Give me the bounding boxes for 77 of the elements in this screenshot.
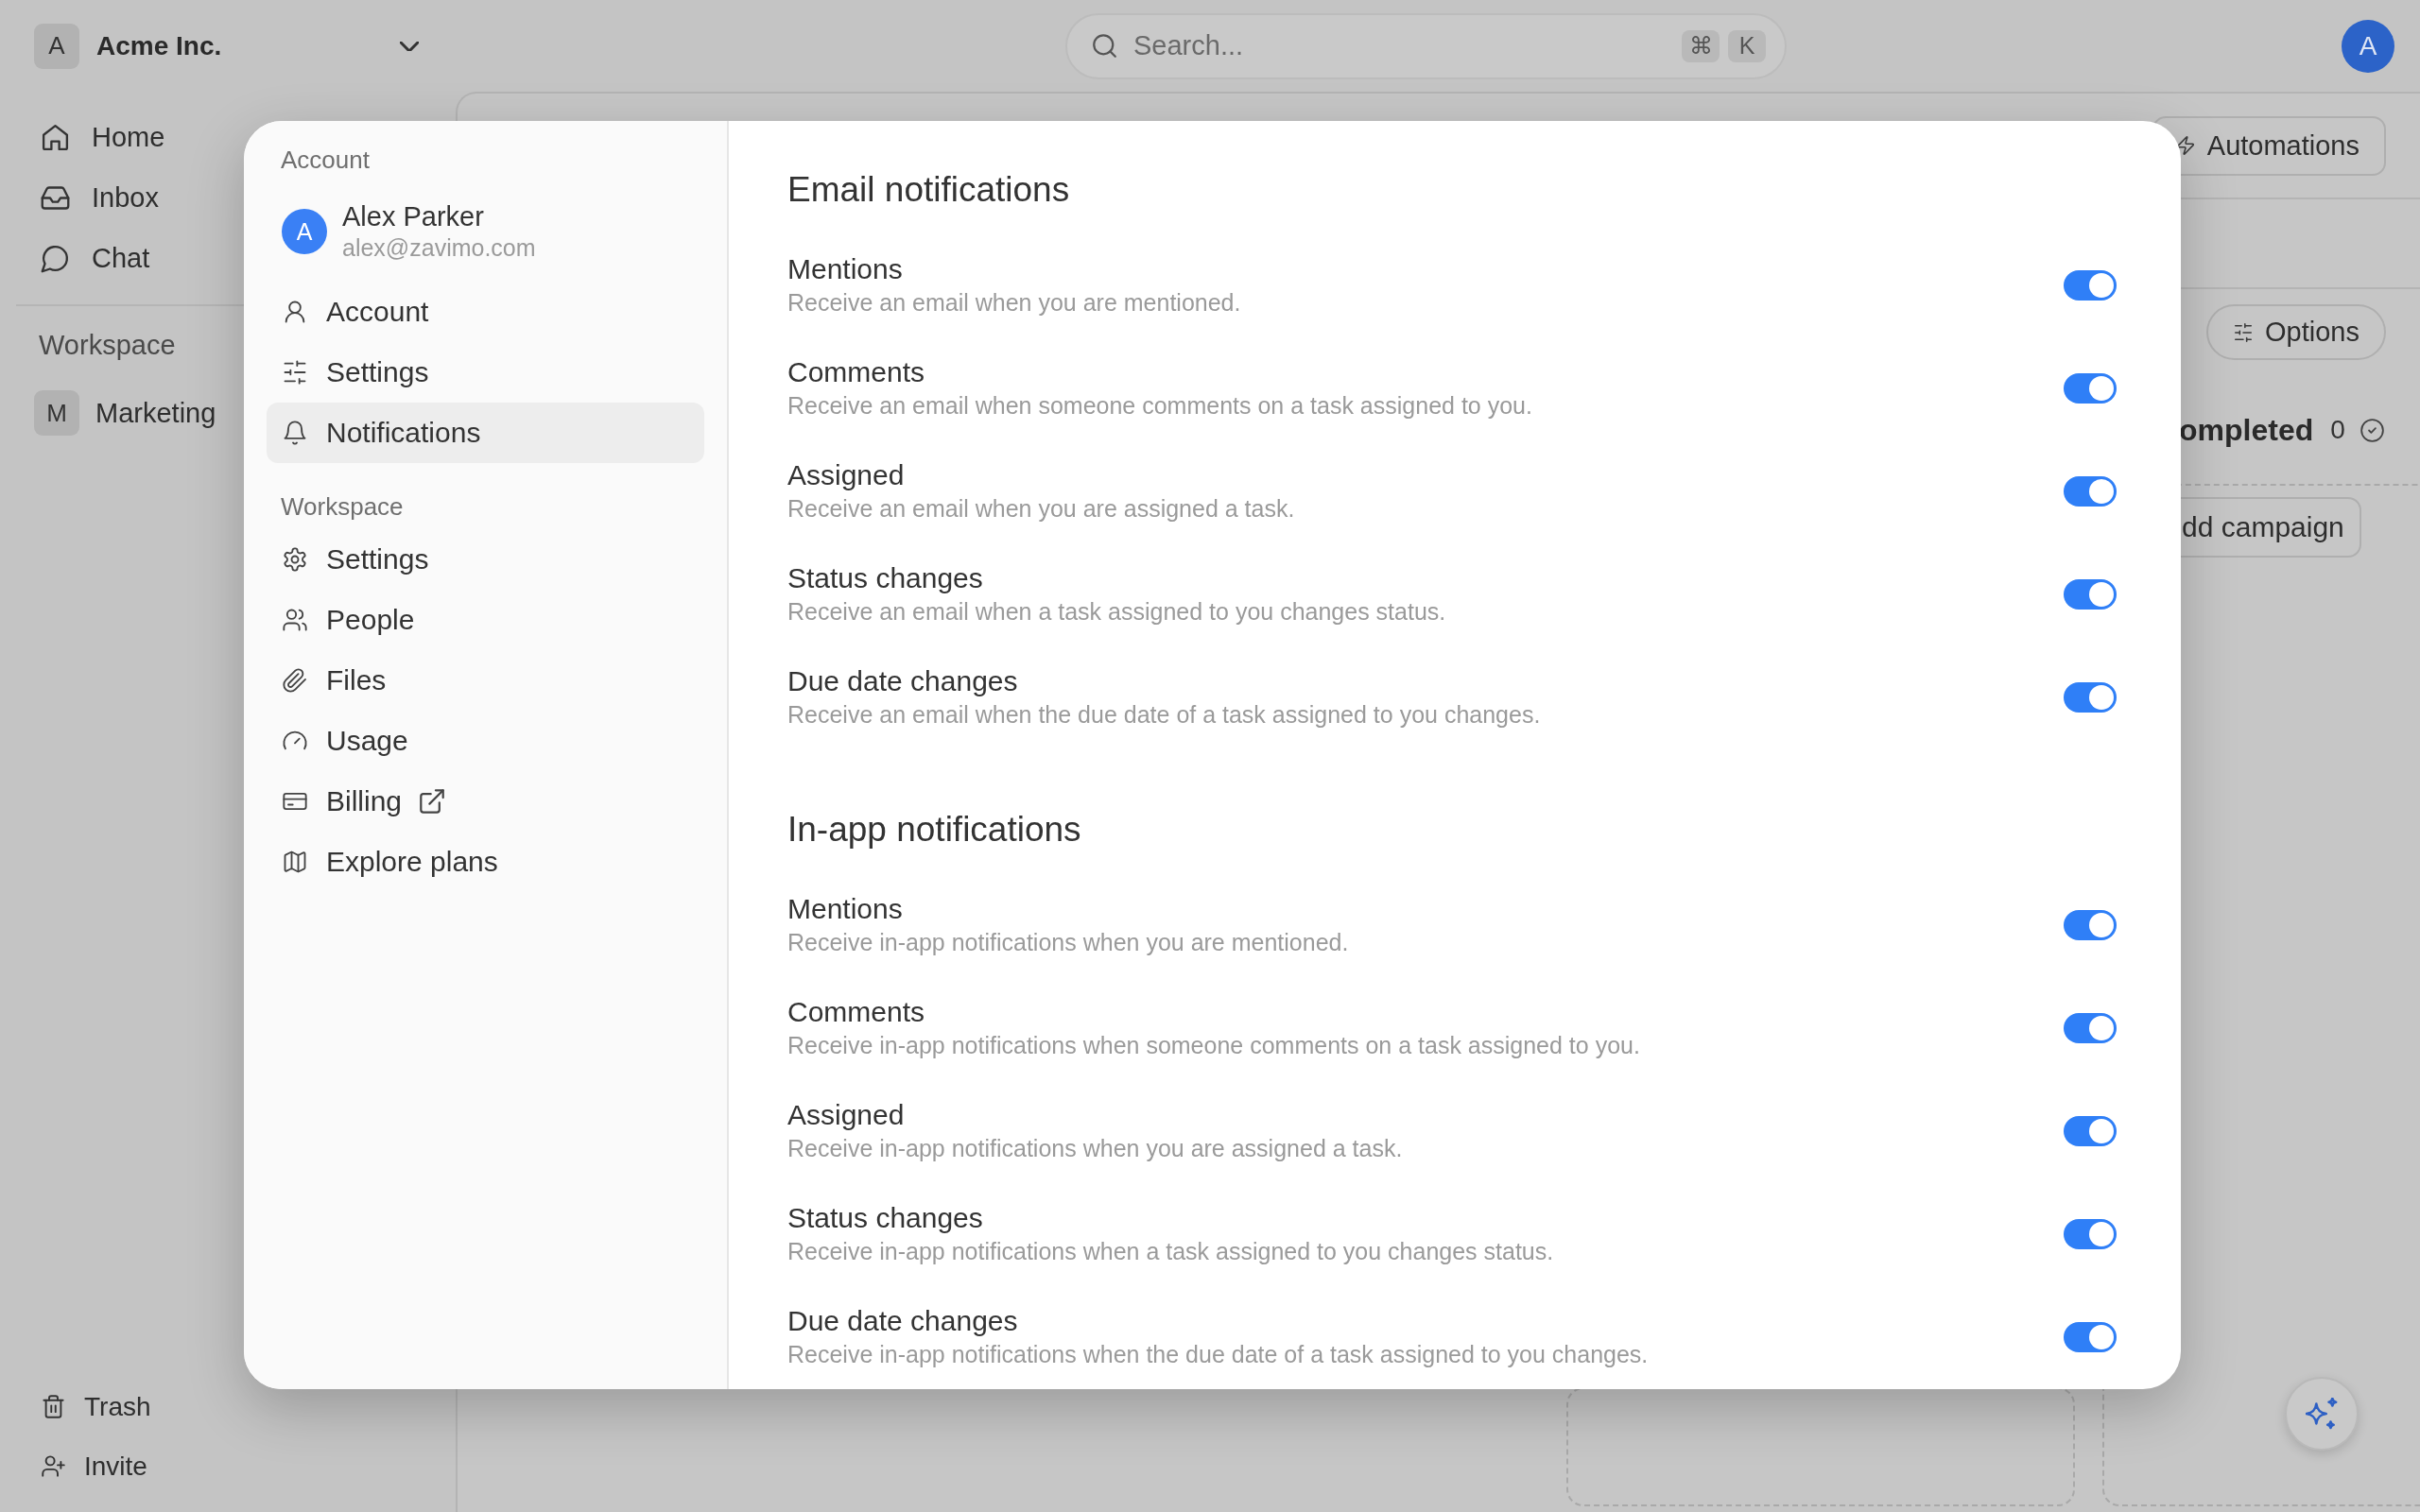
setting-title: Due date changes: [787, 664, 1018, 698]
user-email: alex@zavimo.com: [342, 233, 536, 263]
column-title: ompleted: [2179, 412, 2314, 448]
toggle-switch[interactable]: [2064, 1013, 2117, 1043]
nav-item[interactable]: Usage: [267, 711, 704, 771]
setting-description: Receive an email when you are assigned a task.: [787, 494, 1295, 524]
workspace-item[interactable]: M Marketing: [16, 383, 239, 443]
toggle-switch[interactable]: [2064, 579, 2117, 610]
setting-title: Assigned: [787, 458, 905, 492]
section-heading: In-app notifications: [787, 809, 1082, 850]
setting-description: Receive in-app notifications when someone comments on a task assigned to you.: [787, 1031, 1640, 1060]
search-field[interactable]: Search... ⌘ K: [1065, 12, 1787, 79]
setting-description: Receive in-app notifications when you are mentioned.: [787, 928, 1349, 957]
nav-item[interactable]: Notifications: [267, 403, 704, 463]
toggle-switch[interactable]: [2064, 1322, 2117, 1352]
add-person-icon: [41, 1453, 66, 1479]
user-name: Alex Parker: [342, 200, 484, 232]
nav-item[interactable]: Explore plans: [267, 832, 704, 892]
sliders-icon: [282, 359, 308, 386]
toggle-switch[interactable]: [2064, 682, 2117, 713]
people-icon: [282, 607, 308, 633]
nav-item[interactable]: Account: [267, 282, 704, 342]
user-avatar: A: [282, 209, 327, 254]
shortcut-key: K: [1728, 29, 1766, 62]
section-label: Account: [280, 147, 370, 172]
sparkles-icon: [2306, 1398, 2338, 1430]
nav-item[interactable]: People: [267, 590, 704, 650]
bell-icon: [282, 420, 308, 446]
workspace-avatar: A: [34, 23, 79, 69]
setting-description: Receive in-app notifications when you are assigned a task.: [787, 1134, 1403, 1163]
setting-title: Mentions: [787, 892, 903, 926]
chevron-down-icon: [400, 41, 419, 51]
workspace-switcher[interactable]: A Acme Inc.: [34, 23, 419, 69]
setting-description: Receive in-app notifications when a task assigned to you changes status.: [787, 1237, 1554, 1266]
nav-item[interactable]: Settings: [267, 529, 704, 590]
nav-item[interactable]: Files: [267, 650, 704, 711]
nav-item[interactable]: Chat: [16, 228, 239, 288]
nav-item[interactable]: Inbox: [16, 167, 239, 228]
setting-description: Receive an email when a task assigned to you changes status.: [787, 597, 1446, 627]
nav-item[interactable]: Billing: [267, 771, 704, 832]
setting-title: Comments: [787, 355, 925, 389]
settings-icon: [282, 546, 308, 573]
setting-title: Mentions: [787, 252, 903, 286]
nav-item[interactable]: Settings: [267, 342, 704, 403]
toggle-switch[interactable]: [2064, 373, 2117, 404]
setting-description: Receive an email when the due date of a task assigned to you changes.: [787, 700, 1541, 730]
search-input[interactable]: Search...: [1133, 26, 1682, 65]
check-circle-icon: [2360, 418, 2384, 442]
toggle-switch[interactable]: [2064, 476, 2117, 507]
section-heading: Email notifications: [787, 169, 1071, 211]
setting-title: Due date changes: [787, 1304, 1018, 1338]
nav-item[interactable]: Home: [16, 107, 239, 167]
setting-description: Receive an email when someone comments on a task assigned to you.: [787, 391, 1532, 421]
toggle-switch[interactable]: [2064, 1219, 2117, 1249]
toggle-switch[interactable]: [2064, 910, 2117, 940]
sliders-icon: [2233, 321, 2255, 343]
setting-description: Receive in-app notifications when the due date of a task assigned to you changes.: [787, 1340, 1649, 1369]
setting-title: Comments: [787, 995, 925, 1029]
section-label: Workspace: [280, 494, 404, 519]
search-icon: [1093, 34, 1116, 58]
toggle-switch[interactable]: [2064, 270, 2117, 301]
shortcut-key: ⌘: [1682, 29, 1720, 62]
toggle-switch[interactable]: [2064, 1116, 2117, 1146]
setting-description: Receive an email when you are mentioned.: [787, 288, 1241, 318]
item-count: 0: [2330, 415, 2345, 445]
setting-title: Assigned: [787, 1098, 905, 1132]
paperclip-icon: [282, 667, 308, 694]
nav-item[interactable]: Trash: [16, 1377, 239, 1436]
options-button[interactable]: Options: [2206, 304, 2386, 360]
map-icon: [282, 849, 308, 875]
workspace-avatar: M: [34, 390, 79, 436]
user-avatar[interactable]: A: [2342, 19, 2394, 73]
setting-title: Status changes: [787, 1201, 983, 1235]
nav-item[interactable]: Invite: [16, 1436, 239, 1496]
setting-title: Status changes: [787, 561, 983, 595]
trash-icon: [41, 1394, 66, 1419]
sidebar-section-label: Workspace: [38, 329, 176, 362]
